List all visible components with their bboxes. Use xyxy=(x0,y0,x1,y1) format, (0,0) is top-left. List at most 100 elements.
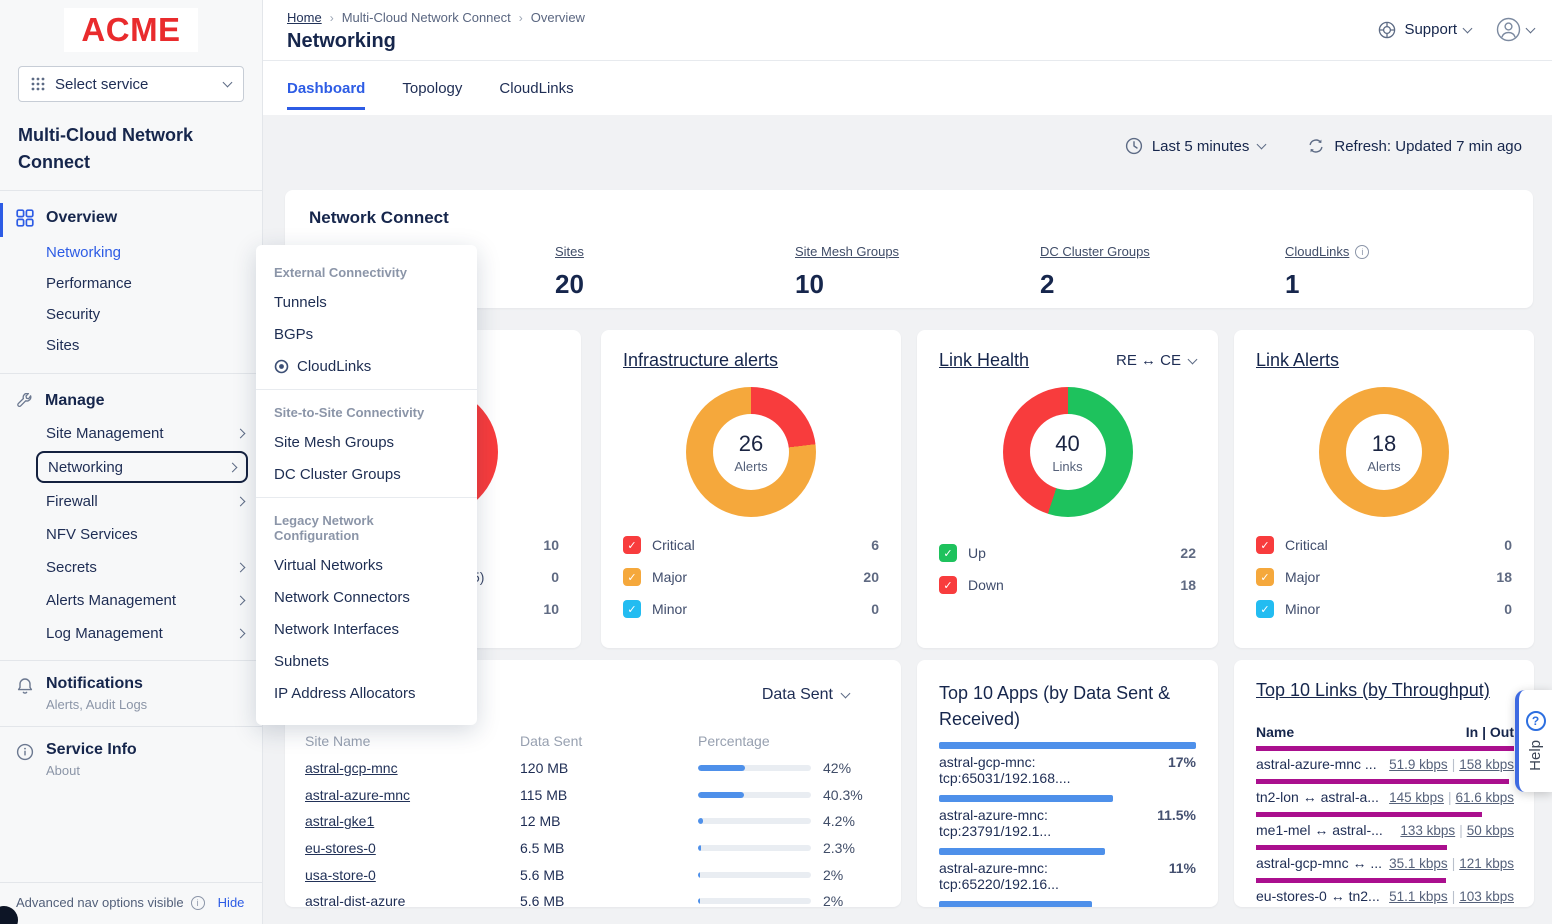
sidebar-item-security[interactable]: Security xyxy=(0,299,262,330)
in-kbps-link[interactable]: 51.9 kbps xyxy=(1389,757,1448,772)
flyout-heading: Legacy Network Configuration xyxy=(256,505,477,549)
out-kbps-link[interactable]: 61.6 kbps xyxy=(1455,790,1514,805)
stat-cloudlinks-label[interactable]: CloudLinks xyxy=(1285,244,1349,259)
time-range-selector[interactable]: Last 5 minutes xyxy=(1125,137,1266,155)
in-kbps-link[interactable]: 145 kbps xyxy=(1389,790,1444,805)
sidebar-item-service-info[interactable]: Service Info About xyxy=(0,727,262,792)
data-sent-dropdown[interactable]: Data Sent xyxy=(762,686,849,704)
menu-item-site-mesh-groups[interactable]: Site Mesh Groups xyxy=(256,426,477,458)
donut-label: Alerts xyxy=(734,459,767,474)
user-menu[interactable] xyxy=(1495,16,1534,43)
info-icon[interactable]: i xyxy=(1355,245,1369,259)
sidebar-item-nfv-services[interactable]: NFV Services xyxy=(0,518,262,550)
table-row: eu-stores-0 6.5 MB 2.3% xyxy=(305,835,881,862)
app-grid-icon xyxy=(31,77,45,91)
menu-item-network-connectors[interactable]: Network Connectors xyxy=(256,581,477,613)
pct-label: 40.3% xyxy=(823,787,868,803)
donut-label: Alerts xyxy=(1367,459,1400,474)
menu-item-ip-address-allocators[interactable]: IP Address Allocators xyxy=(256,677,477,709)
help-tab[interactable]: ? Help xyxy=(1515,690,1552,792)
link-health-title[interactable]: Link Health xyxy=(939,350,1029,371)
out-kbps-link[interactable]: 50 kbps xyxy=(1467,823,1514,838)
item-label: Secrets xyxy=(46,559,97,576)
progress-track xyxy=(698,818,811,824)
sidebar-item-performance[interactable]: Performance xyxy=(0,268,262,299)
legend-label: Minor xyxy=(652,601,860,617)
site-link[interactable]: eu-stores-0 xyxy=(305,840,376,856)
legend-label: Major xyxy=(1285,569,1485,585)
menu-item-subnets[interactable]: Subnets xyxy=(256,645,477,677)
sidebar-item-site-management[interactable]: Site Management xyxy=(0,417,262,449)
site-link[interactable]: astral-gcp-mnc xyxy=(305,760,398,776)
chevron-down-icon xyxy=(1526,23,1536,33)
advanced-nav-text: Advanced nav options visible xyxy=(16,895,184,910)
product-title: Multi-Cloud Network Connect xyxy=(18,122,244,176)
tab-cloudlinks[interactable]: CloudLinks xyxy=(499,80,573,110)
support-menu[interactable]: Support xyxy=(1377,20,1471,40)
infrastructure-alerts-title[interactable]: Infrastructure alerts xyxy=(623,350,879,371)
link-health-filter[interactable]: RE ↔ CE xyxy=(1116,352,1196,369)
checkbox-down[interactable]: ✓ xyxy=(939,576,957,594)
sidebar-item-manage-networking[interactable]: Networking xyxy=(36,451,248,483)
menu-item-cloudlinks[interactable]: CloudLinks xyxy=(256,350,477,382)
sidebar-item-log-management[interactable]: Log Management xyxy=(0,617,262,649)
sidebar-item-overview[interactable]: Overview xyxy=(0,203,262,233)
link-name: astral-gcp-mnc ↔ ... xyxy=(1256,855,1382,871)
breadcrumb-home[interactable]: Home xyxy=(287,10,322,25)
menu-item-virtual-networks[interactable]: Virtual Networks xyxy=(256,549,477,581)
menu-item-bgps[interactable]: BGPs xyxy=(256,318,477,350)
in-kbps-link[interactable]: 35.1 kbps xyxy=(1389,856,1448,871)
site-link[interactable]: astral-azure-mnc xyxy=(305,787,410,803)
sidebar-item-networking[interactable]: Networking xyxy=(0,237,262,268)
legend-label: Down xyxy=(968,577,1169,593)
out-kbps-link[interactable]: 121 kbps xyxy=(1459,856,1514,871)
stat-dcg-label[interactable]: DC Cluster Groups xyxy=(1040,244,1150,259)
table-row: astral-gke1 12 MB 4.2% xyxy=(305,808,881,835)
checkbox-major[interactable]: ✓ xyxy=(1256,568,1274,586)
sidebar-item-alerts-management[interactable]: Alerts Management xyxy=(0,584,262,616)
app-pct: 17% xyxy=(1168,754,1196,786)
in-kbps-link[interactable]: 133 kbps xyxy=(1400,823,1455,838)
sidebar-item-secrets[interactable]: Secrets xyxy=(0,551,262,583)
menu-item-tunnels[interactable]: Tunnels xyxy=(256,286,477,318)
stat-smg-label[interactable]: Site Mesh Groups xyxy=(795,244,899,259)
sidebar-item-firewall[interactable]: Firewall xyxy=(0,485,262,517)
menu-item-network-interfaces[interactable]: Network Interfaces xyxy=(256,613,477,645)
sidebar-item-sites[interactable]: Sites xyxy=(0,330,262,361)
checkbox-critical[interactable]: ✓ xyxy=(1256,536,1274,554)
checkbox-minor[interactable]: ✓ xyxy=(1256,600,1274,618)
breadcrumb-product: Multi-Cloud Network Connect xyxy=(342,10,511,25)
network-connect-title: Network Connect xyxy=(309,208,1509,228)
checkbox-critical[interactable]: ✓ xyxy=(623,536,641,554)
app-label: astral-gcp-mnc: tcp:65031/192.168.... xyxy=(939,754,1168,786)
site-link[interactable]: usa-store-0 xyxy=(305,867,376,883)
stat-cloudlinks-value: 1 xyxy=(1285,269,1369,300)
out-kbps-link[interactable]: 158 kbps xyxy=(1459,757,1514,772)
checkbox-major[interactable]: ✓ xyxy=(623,568,641,586)
menu-item-dc-cluster-groups[interactable]: DC Cluster Groups xyxy=(256,458,477,490)
refresh-control[interactable]: Refresh: Updated 7 min ago xyxy=(1307,137,1522,155)
link-alerts-title[interactable]: Link Alerts xyxy=(1256,350,1512,371)
out-kbps-link[interactable]: 103 kbps xyxy=(1459,889,1514,904)
question-mark-icon: ? xyxy=(1526,711,1546,731)
col-in-out: In | Out xyxy=(1466,724,1514,740)
checkbox-minor[interactable]: ✓ xyxy=(623,600,641,618)
site-link[interactable]: astral-gke1 xyxy=(305,813,374,829)
tab-dashboard[interactable]: Dashboard xyxy=(287,80,365,110)
tab-topology[interactable]: Topology xyxy=(402,80,462,110)
donut-value: 18 xyxy=(1372,431,1396,457)
stat-sites-label[interactable]: Sites xyxy=(555,244,584,259)
sidebar-item-notifications[interactable]: Notifications Alerts, Audit Logs xyxy=(0,661,262,726)
service-info-label: Service Info xyxy=(46,741,137,759)
top-links-title[interactable]: Top 10 Links (by Throughput) xyxy=(1256,680,1514,701)
in-kbps-link[interactable]: 51.1 kbps xyxy=(1389,889,1448,904)
manage-header[interactable]: Manage xyxy=(0,386,262,416)
sidebar-footer: Advanced nav options visible i Hide xyxy=(0,882,262,924)
checkbox-up[interactable]: ✓ xyxy=(939,544,957,562)
table-row: astral-gcp-mnc 120 MB 42% xyxy=(305,755,881,782)
hide-link[interactable]: Hide xyxy=(218,895,245,910)
service-selector[interactable]: Select service xyxy=(18,66,244,102)
legend-row-major: ✓ Major 20 xyxy=(623,561,879,593)
link-health-card: Link Health RE ↔ CE 40 Links ✓ Up xyxy=(917,330,1218,648)
legend-row-minor: ✓ Minor 0 xyxy=(623,593,879,625)
